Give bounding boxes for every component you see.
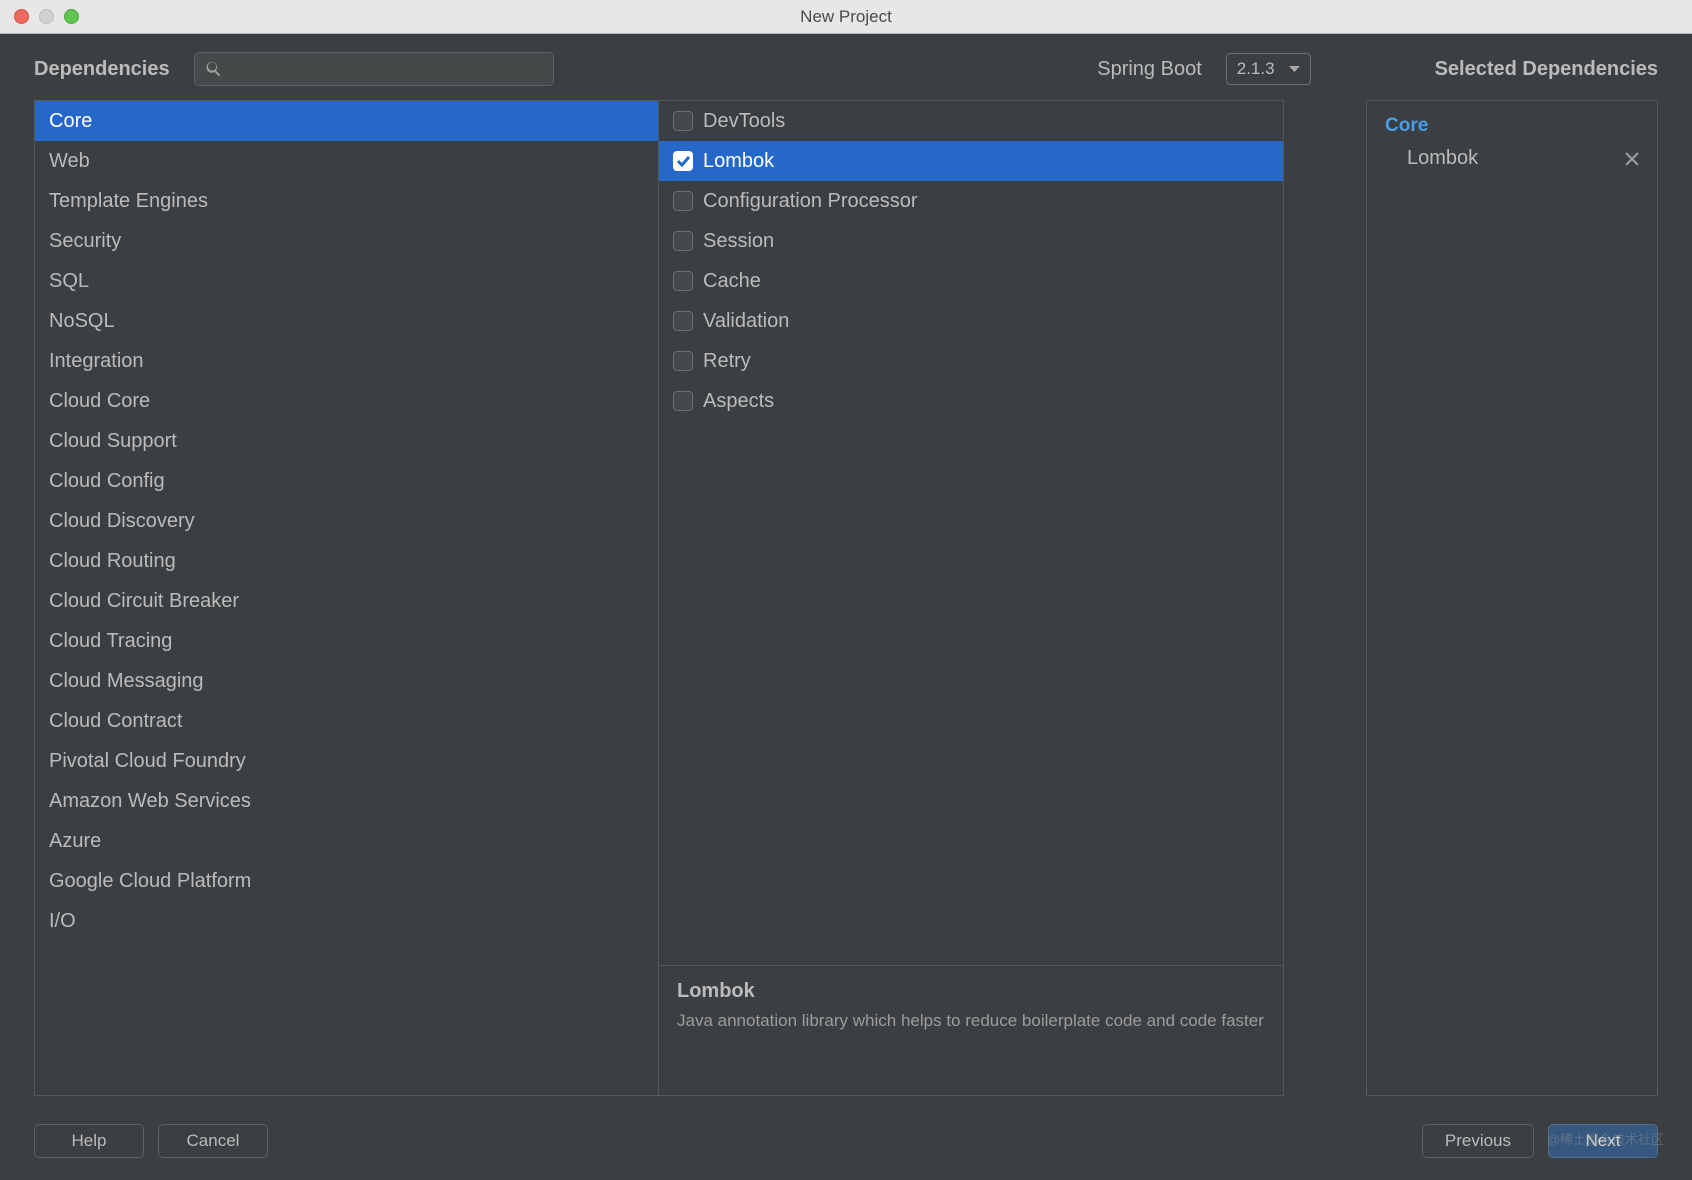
checkbox[interactable] (673, 151, 693, 171)
window-controls (0, 9, 79, 24)
previous-button[interactable]: Previous (1422, 1124, 1534, 1158)
version-select[interactable]: 2.1.3 (1226, 53, 1311, 85)
option-item[interactable]: DevTools (659, 101, 1283, 141)
category-item[interactable]: Integration (35, 341, 658, 381)
categories-panel: CoreWebTemplate EnginesSecuritySQLNoSQLI… (34, 100, 659, 1096)
next-button[interactable]: Next (1548, 1124, 1658, 1158)
footer: Help Cancel Previous Next (0, 1112, 1692, 1180)
category-item[interactable]: Amazon Web Services (35, 781, 658, 821)
checkbox[interactable] (673, 231, 693, 251)
checkbox[interactable] (673, 191, 693, 211)
window-titlebar: New Project (0, 0, 1692, 34)
option-item[interactable]: Lombok (659, 141, 1283, 181)
category-item[interactable]: Azure (35, 821, 658, 861)
version-value: 2.1.3 (1237, 59, 1275, 79)
option-item[interactable]: Cache (659, 261, 1283, 301)
category-item[interactable]: Cloud Tracing (35, 621, 658, 661)
window-title: New Project (0, 7, 1692, 27)
category-item[interactable]: Cloud Config (35, 461, 658, 501)
selected-item-label: Lombok (1407, 147, 1478, 170)
search-input[interactable] (231, 60, 543, 78)
option-label: Lombok (703, 146, 774, 176)
category-item[interactable]: Cloud Messaging (35, 661, 658, 701)
minimize-window-icon (39, 9, 54, 24)
option-item[interactable]: Validation (659, 301, 1283, 341)
header-row: Dependencies Spring Boot 2.1.3 Selected … (0, 34, 1692, 100)
option-item[interactable]: Aspects (659, 381, 1283, 421)
option-label: Session (703, 226, 774, 256)
checkbox[interactable] (673, 351, 693, 371)
remove-icon[interactable] (1625, 152, 1639, 166)
category-item[interactable]: NoSQL (35, 301, 658, 341)
category-item[interactable]: Core (35, 101, 658, 141)
cancel-button[interactable]: Cancel (158, 1124, 268, 1158)
category-item[interactable]: Pivotal Cloud Foundry (35, 741, 658, 781)
option-item[interactable]: Configuration Processor (659, 181, 1283, 221)
checkbox[interactable] (673, 311, 693, 331)
category-item[interactable]: I/O (35, 901, 658, 941)
category-item[interactable]: Web (35, 141, 658, 181)
selected-panel: Core Lombok (1366, 100, 1658, 1096)
option-label: Retry (703, 346, 751, 376)
option-label: DevTools (703, 106, 785, 136)
description-panel: Lombok Java annotation library which hel… (659, 965, 1283, 1095)
option-label: Aspects (703, 386, 774, 416)
search-icon (205, 60, 223, 78)
selected-group-title: Core (1367, 111, 1657, 141)
option-label: Configuration Processor (703, 186, 918, 216)
category-item[interactable]: SQL (35, 261, 658, 301)
checkbox[interactable] (673, 271, 693, 291)
category-item[interactable]: Cloud Contract (35, 701, 658, 741)
close-window-icon[interactable] (14, 9, 29, 24)
checkbox[interactable] (673, 391, 693, 411)
checkbox[interactable] (673, 111, 693, 131)
option-label: Validation (703, 306, 789, 336)
options-panel: DevTools Lombok Configuration Processor Ses… (659, 101, 1283, 965)
checkmark-icon (677, 156, 690, 167)
category-item[interactable]: Google Cloud Platform (35, 861, 658, 901)
option-item[interactable]: Session (659, 221, 1283, 261)
chevron-down-icon (1289, 66, 1300, 73)
spring-boot-label: Spring Boot (1097, 58, 1202, 81)
description-text: Java annotation library which helps to r… (677, 1009, 1265, 1033)
category-item[interactable]: Cloud Routing (35, 541, 658, 581)
help-button[interactable]: Help (34, 1124, 144, 1158)
option-item[interactable]: Retry (659, 341, 1283, 381)
dependencies-heading: Dependencies (34, 58, 170, 81)
option-label: Cache (703, 266, 761, 296)
category-item[interactable]: Cloud Circuit Breaker (35, 581, 658, 621)
description-title: Lombok (677, 980, 1265, 1003)
search-field[interactable] (194, 52, 554, 86)
selected-dependencies-heading: Selected Dependencies (1435, 58, 1658, 81)
category-item[interactable]: Cloud Discovery (35, 501, 658, 541)
category-item[interactable]: Cloud Core (35, 381, 658, 421)
selected-item[interactable]: Lombok (1367, 141, 1657, 176)
maximize-window-icon[interactable] (64, 9, 79, 24)
category-item[interactable]: Security (35, 221, 658, 261)
category-item[interactable]: Template Engines (35, 181, 658, 221)
category-item[interactable]: Cloud Support (35, 421, 658, 461)
